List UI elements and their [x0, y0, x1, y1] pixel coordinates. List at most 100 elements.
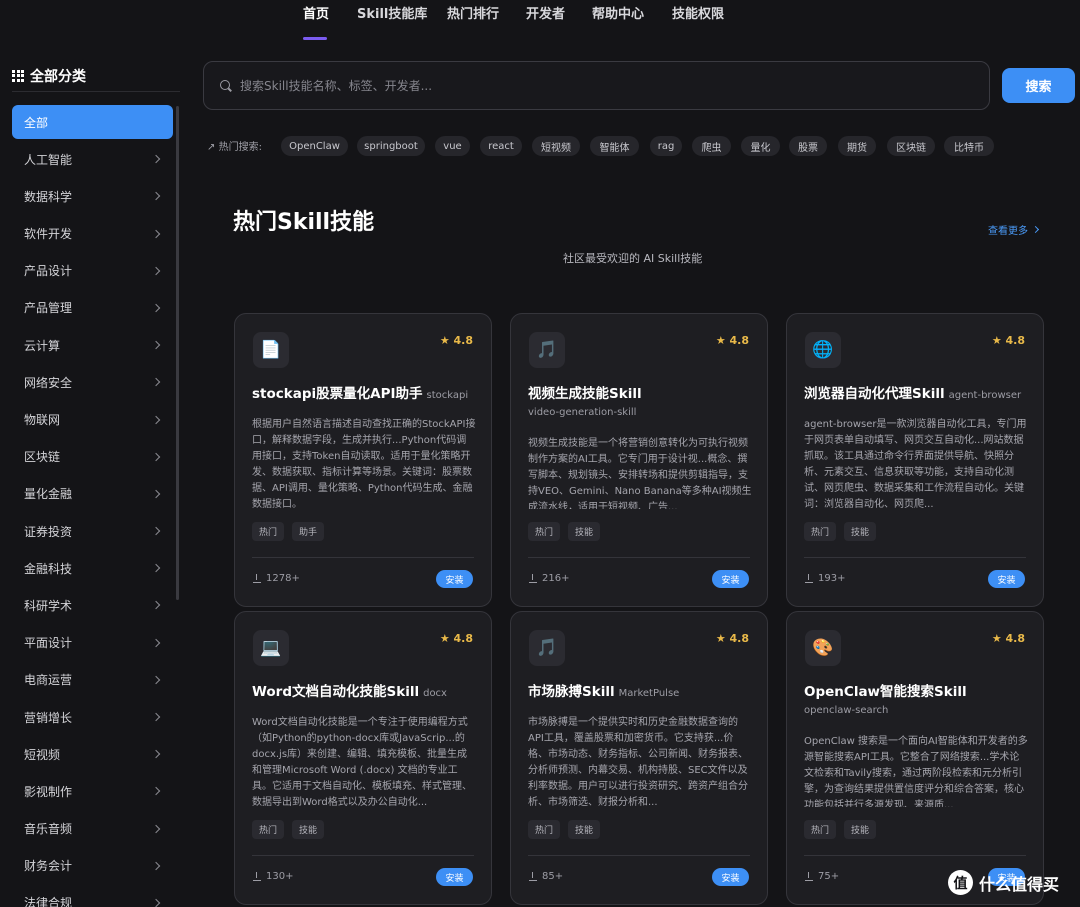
card-tag[interactable]: 热门: [528, 522, 561, 541]
card-title-row: OpenClaw智能搜索Skill: [804, 680, 1039, 700]
document-icon: 📄: [253, 332, 289, 368]
sidebar-item[interactable]: 影视制作: [12, 774, 173, 808]
rating-badge: ★ 4.8: [715, 334, 749, 347]
skill-card[interactable]: 🌐 ★ 4.8 浏览器自动化代理Skill agent-browser agent-br…: [786, 313, 1044, 607]
install-button[interactable]: 安装: [988, 570, 1025, 588]
skill-card[interactable]: 🎵 ★ 4.8 市场脉搏Skill MarketPulse 市场脉搏是一个提供实时和历史…: [510, 611, 768, 905]
rating-badge: ★ 4.8: [439, 334, 473, 347]
sidebar-item[interactable]: 区块链: [12, 440, 173, 474]
sidebar-item[interactable]: 软件开发: [12, 217, 173, 251]
sidebar-item[interactable]: 物联网: [12, 403, 173, 437]
hot-search-tag[interactable]: rag: [650, 136, 682, 156]
card-tag[interactable]: 热门: [804, 820, 837, 839]
chevron-right-icon: [151, 154, 161, 164]
chevron-right-icon: [151, 452, 161, 461]
download-count: 85+: [529, 871, 563, 882]
grid-icon: [12, 69, 24, 82]
card-description: OpenClaw 搜索是一个面向AI智能体和开发者的多源智能搜索API工具。它整…: [804, 736, 1028, 807]
hot-search-tag[interactable]: 量化: [741, 136, 780, 156]
skill-card[interactable]: 📄 ★ 4.8 stockapi股票量化API助手 stockapi 根据用户自然语言描…: [234, 313, 492, 607]
sidebar-item-label: 影视制作: [24, 784, 73, 799]
sidebar-scrollbar[interactable]: [176, 106, 179, 600]
palette-icon-glyph: 🎨: [812, 638, 834, 658]
search-input[interactable]: [240, 78, 940, 93]
search-button[interactable]: 搜索: [1002, 68, 1075, 103]
sidebar-item-label: 区块链: [24, 450, 61, 465]
download-icon: [805, 872, 813, 882]
sidebar-item-label: 短视频: [24, 747, 61, 762]
sidebar-item[interactable]: 网络安全: [12, 365, 173, 399]
sidebar-item[interactable]: 法律合规: [12, 886, 173, 907]
card-tag[interactable]: 热门: [804, 522, 837, 541]
hot-search-tag[interactable]: 爬虫: [692, 136, 731, 156]
chevron-right-icon: [151, 898, 161, 907]
nav-item-help-center[interactable]: 帮助中心: [592, 3, 644, 22]
chevron-right-icon: [151, 787, 161, 796]
card-title: 浏览器自动化代理Skill: [804, 386, 945, 402]
install-button[interactable]: 安装: [436, 868, 473, 886]
card-title: OpenClaw智能搜索Skill: [804, 684, 967, 700]
hot-search-tag[interactable]: react: [480, 136, 522, 156]
install-button[interactable]: 安装: [712, 570, 749, 588]
card-slug: video-generation-skill: [528, 407, 637, 418]
hot-search-tag[interactable]: springboot: [357, 136, 425, 156]
skill-card[interactable]: 💻 ★ 4.8 Word文档自动化技能Skill docx Word文档自动化技能是一个…: [234, 611, 492, 905]
hot-search-tag[interactable]: 区块链: [887, 136, 935, 156]
sidebar-item[interactable]: 财务会计: [12, 849, 173, 883]
sidebar-item[interactable]: 全部: [12, 105, 173, 139]
sidebar-item[interactable]: 短视频: [12, 737, 173, 771]
download-count-value: 75+: [818, 871, 840, 882]
nav-item-ranking[interactable]: 热门排行: [447, 3, 499, 22]
hot-search-tag[interactable]: 期货: [838, 136, 876, 156]
card-tag[interactable]: 热门: [528, 820, 561, 839]
download-count: 75+: [805, 871, 839, 882]
sidebar-item-label: 量化金融: [24, 487, 73, 502]
card-tag[interactable]: 热门: [252, 522, 285, 541]
install-button[interactable]: 安装: [436, 570, 473, 588]
sidebar-item[interactable]: 科研学术: [12, 588, 173, 622]
card-tag[interactable]: 热门: [252, 820, 285, 839]
sidebar-item[interactable]: 金融科技: [12, 551, 173, 585]
card-tag[interactable]: 技能: [844, 522, 877, 541]
card-divider: [252, 557, 474, 558]
sidebar-item[interactable]: 数据科学: [12, 179, 173, 213]
card-tag[interactable]: 技能: [568, 820, 601, 839]
sidebar-item[interactable]: 量化金融: [12, 477, 173, 511]
card-tag[interactable]: 助手: [292, 522, 325, 541]
sidebar-item-label: 网络安全: [24, 375, 73, 390]
download-count-value: 85+: [542, 871, 564, 882]
nav-item-developers[interactable]: 开发者: [526, 3, 565, 22]
sidebar-item[interactable]: 平面设计: [12, 626, 173, 660]
download-count: 130+: [253, 871, 293, 882]
card-tag[interactable]: 技能: [568, 522, 601, 541]
nav-item-skill-permissions[interactable]: 技能权限: [672, 3, 724, 22]
hot-search-tag[interactable]: 股票: [789, 136, 827, 156]
skill-card[interactable]: 🎨 ★ 4.8 OpenClaw智能搜索Skill openclaw-search Op…: [786, 611, 1044, 905]
sidebar-item[interactable]: 电商运营: [12, 663, 173, 697]
hot-search-tag[interactable]: OpenClaw: [281, 136, 348, 156]
sidebar-item[interactable]: 营销增长: [12, 700, 173, 734]
hot-search-tag[interactable]: 智能体: [590, 136, 639, 156]
sidebar-item-label: 产品设计: [24, 264, 73, 279]
sidebar-item[interactable]: 人工智能: [12, 142, 173, 176]
sidebar-heading: 全部分类: [12, 60, 180, 92]
nav-item-home[interactable]: 首页: [303, 3, 329, 22]
card-description: 视频生成技能是一个将营销创意转化为可执行视频制作方案的AI工具。它专门用于设计视…: [528, 438, 752, 509]
chevron-right-icon: [151, 824, 161, 833]
sidebar-item[interactable]: 云计算: [12, 328, 173, 362]
download-count: 216+: [529, 573, 569, 584]
rating-badge: ★ 4.8: [991, 632, 1025, 645]
card-tag[interactable]: 技能: [844, 820, 877, 839]
install-button[interactable]: 安装: [712, 868, 749, 886]
see-more-link[interactable]: 查看更多: [988, 222, 1040, 237]
sidebar-item[interactable]: 音乐音频: [12, 812, 173, 846]
hot-search-tag[interactable]: 短视频: [532, 136, 580, 156]
skill-card[interactable]: 🎵 ★ 4.8 视频生成技能Skill video-generation-skill 视…: [510, 313, 768, 607]
hot-search-tag[interactable]: 比特币: [944, 136, 994, 156]
sidebar-item[interactable]: 产品管理: [12, 291, 173, 325]
hot-search-tag[interactable]: vue: [435, 136, 470, 156]
sidebar-item[interactable]: 证券投资: [12, 514, 173, 548]
nav-item-skill-library[interactable]: Skill技能库: [357, 3, 427, 22]
sidebar-item[interactable]: 产品设计: [12, 254, 173, 288]
card-tag[interactable]: 技能: [292, 820, 325, 839]
